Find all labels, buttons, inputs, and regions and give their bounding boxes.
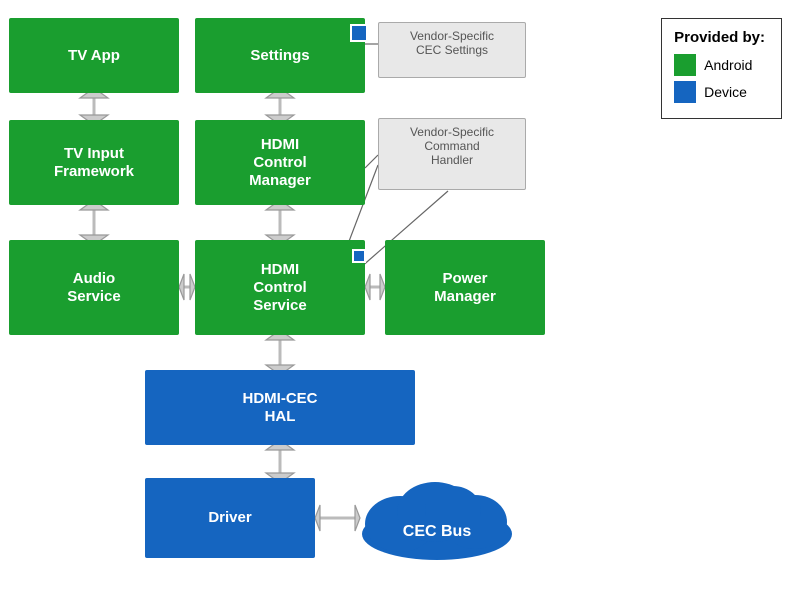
tv-app-box: TV App: [9, 18, 179, 93]
tv-input-framework-box: TV InputFramework: [9, 120, 179, 205]
svg-text:CEC Bus: CEC Bus: [403, 523, 472, 540]
cec-bus-cloud: CEC Bus: [345, 462, 530, 562]
device-label: Device: [704, 84, 747, 100]
power-manager-box: PowerManager: [385, 240, 545, 335]
legend-title: Provided by:: [674, 29, 765, 46]
legend: Provided by: Android Device: [661, 18, 782, 119]
diagram-container: TV App Settings TV InputFramework HDMICo…: [0, 0, 800, 603]
device-color-swatch: [674, 81, 696, 103]
vendor-cec-settings-box: Vendor-SpecificCEC Settings: [378, 22, 526, 78]
audio-service-box: AudioService: [9, 240, 179, 335]
legend-android: Android: [674, 54, 765, 76]
hdmi-cec-hal-box: HDMI-CECHAL: [145, 370, 415, 445]
legend-device: Device: [674, 81, 765, 103]
settings-box: Settings: [195, 18, 365, 93]
android-color-swatch: [674, 54, 696, 76]
hdmi-control-manager-box: HDMIControlManager: [195, 120, 365, 205]
device-indicator-hdmi-service: [352, 249, 366, 263]
hdmi-control-service-box: HDMIControlService: [195, 240, 365, 335]
device-indicator-settings: [352, 26, 366, 40]
android-label: Android: [704, 57, 752, 73]
vendor-command-handler-box: Vendor-SpecificCommandHandler: [378, 118, 526, 190]
driver-box: Driver: [145, 478, 315, 558]
